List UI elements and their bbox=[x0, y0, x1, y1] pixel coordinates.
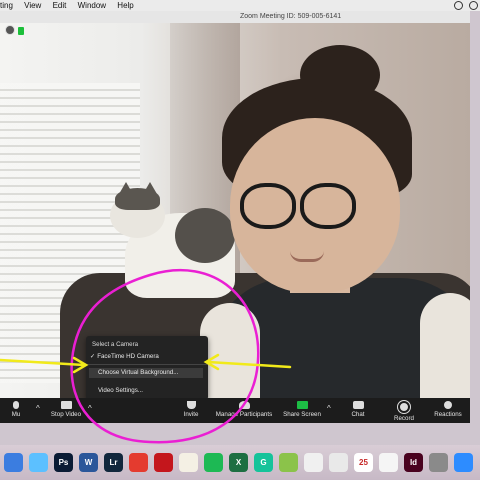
manage-participants-label: Manage Participants bbox=[215, 411, 273, 418]
status-tray bbox=[454, 0, 478, 10]
camera-option-label: FaceTime HD Camera bbox=[97, 353, 159, 360]
calendar-icon[interactable]: 25 bbox=[354, 453, 373, 472]
menu-list: ting View Edit Window Help bbox=[0, 0, 143, 11]
info-icon[interactable] bbox=[454, 1, 463, 10]
photos-icon[interactable] bbox=[304, 453, 323, 472]
glasses-right-lens bbox=[300, 183, 356, 229]
stop-video-button[interactable]: Stop Video bbox=[46, 398, 86, 423]
acrobat-icon[interactable] bbox=[154, 453, 173, 472]
invite-label: Invite bbox=[183, 411, 199, 418]
microphone-icon bbox=[13, 401, 19, 409]
audio-options-chevron-icon[interactable]: ^ bbox=[36, 404, 40, 413]
flower-icon[interactable] bbox=[279, 453, 298, 472]
reactions-button[interactable]: Reactions bbox=[430, 398, 466, 423]
share-screen-icon bbox=[296, 401, 308, 409]
lightroom-icon[interactable]: Lr bbox=[104, 453, 123, 472]
invite-button[interactable]: Invite bbox=[178, 398, 204, 423]
checkmark-icon: ✓ bbox=[90, 353, 96, 360]
share-options-chevron-icon[interactable]: ^ bbox=[327, 404, 331, 413]
creative-cloud-icon[interactable] bbox=[469, 1, 478, 10]
camera-option-facetime[interactable]: ✓ FaceTime HD Camera bbox=[90, 353, 159, 360]
mac-dock: Ps W Lr X G 25 Id bbox=[0, 445, 480, 480]
mute-button[interactable]: Mu bbox=[6, 398, 26, 423]
spotify-icon[interactable] bbox=[204, 453, 223, 472]
chat-label: Chat bbox=[351, 411, 365, 418]
record-button[interactable]: Record bbox=[390, 398, 418, 423]
menu-window[interactable]: Window bbox=[78, 1, 106, 10]
reminders-icon[interactable] bbox=[379, 453, 398, 472]
reactions-icon bbox=[444, 401, 452, 409]
chat-button[interactable]: Chat bbox=[346, 398, 370, 423]
chat-icon bbox=[352, 401, 364, 409]
system-preferences-icon[interactable] bbox=[429, 453, 448, 472]
menu-app[interactable]: ting bbox=[0, 1, 13, 10]
video-feed bbox=[0, 23, 470, 423]
mac-menu-bar: ting View Edit Window Help bbox=[0, 0, 480, 11]
stop-video-label: Stop Video bbox=[50, 411, 82, 418]
choose-virtual-background-item[interactable]: Choose Virtual Background... bbox=[89, 368, 203, 378]
chrome-icon[interactable] bbox=[329, 453, 348, 472]
menu-help[interactable]: Help bbox=[117, 1, 133, 10]
zoom-icon[interactable] bbox=[454, 453, 473, 472]
video-settings-item[interactable]: Video Settings... bbox=[98, 387, 143, 394]
share-screen-button[interactable]: Share Screen bbox=[280, 398, 324, 423]
cat bbox=[105, 182, 235, 298]
reactions-label: Reactions bbox=[434, 411, 462, 418]
share-screen-label: Share Screen bbox=[283, 411, 321, 418]
notes-icon[interactable] bbox=[179, 453, 198, 472]
pdf-icon[interactable] bbox=[129, 453, 148, 472]
video-options-chevron-icon[interactable]: ^ bbox=[88, 404, 92, 413]
meeting-toolbar: Mu ^ Stop Video ^ Invite Manage Particip… bbox=[0, 398, 470, 423]
mute-label: Mu bbox=[11, 411, 21, 418]
menu-divider bbox=[86, 364, 208, 365]
camera-menu-header: Select a Camera bbox=[92, 341, 139, 348]
finder-icon[interactable] bbox=[4, 453, 23, 472]
video-camera-icon bbox=[60, 401, 72, 409]
invite-icon bbox=[186, 401, 196, 409]
zoom-window: Zoom Meeting ID: 509-005-6141 Select a C… bbox=[0, 11, 470, 423]
glasses-left-lens bbox=[240, 183, 296, 229]
meeting-info-icons bbox=[5, 25, 24, 35]
record-label: Record bbox=[394, 415, 414, 422]
word-icon[interactable]: W bbox=[79, 453, 98, 472]
indesign-icon[interactable]: Id bbox=[404, 453, 423, 472]
meeting-info-icon[interactable] bbox=[5, 25, 15, 35]
grammarly-icon[interactable]: G bbox=[254, 453, 273, 472]
record-icon bbox=[398, 401, 410, 413]
encryption-lock-icon[interactable] bbox=[18, 27, 24, 35]
excel-icon[interactable]: X bbox=[229, 453, 248, 472]
participants-icon bbox=[238, 401, 250, 409]
hair-bun bbox=[300, 45, 380, 105]
manage-participants-button[interactable]: Manage Participants bbox=[212, 398, 276, 423]
window-titlebar: Zoom Meeting ID: 509-005-6141 bbox=[0, 11, 470, 23]
menu-edit[interactable]: Edit bbox=[53, 1, 67, 10]
messages-icon[interactable] bbox=[29, 453, 48, 472]
photoshop-icon[interactable]: Ps bbox=[54, 453, 73, 472]
camera-menu: Select a Camera ✓ FaceTime HD Camera Cho… bbox=[86, 336, 208, 400]
window-title: Zoom Meeting ID: 509-005-6141 bbox=[240, 13, 342, 20]
menu-view[interactable]: View bbox=[24, 1, 41, 10]
